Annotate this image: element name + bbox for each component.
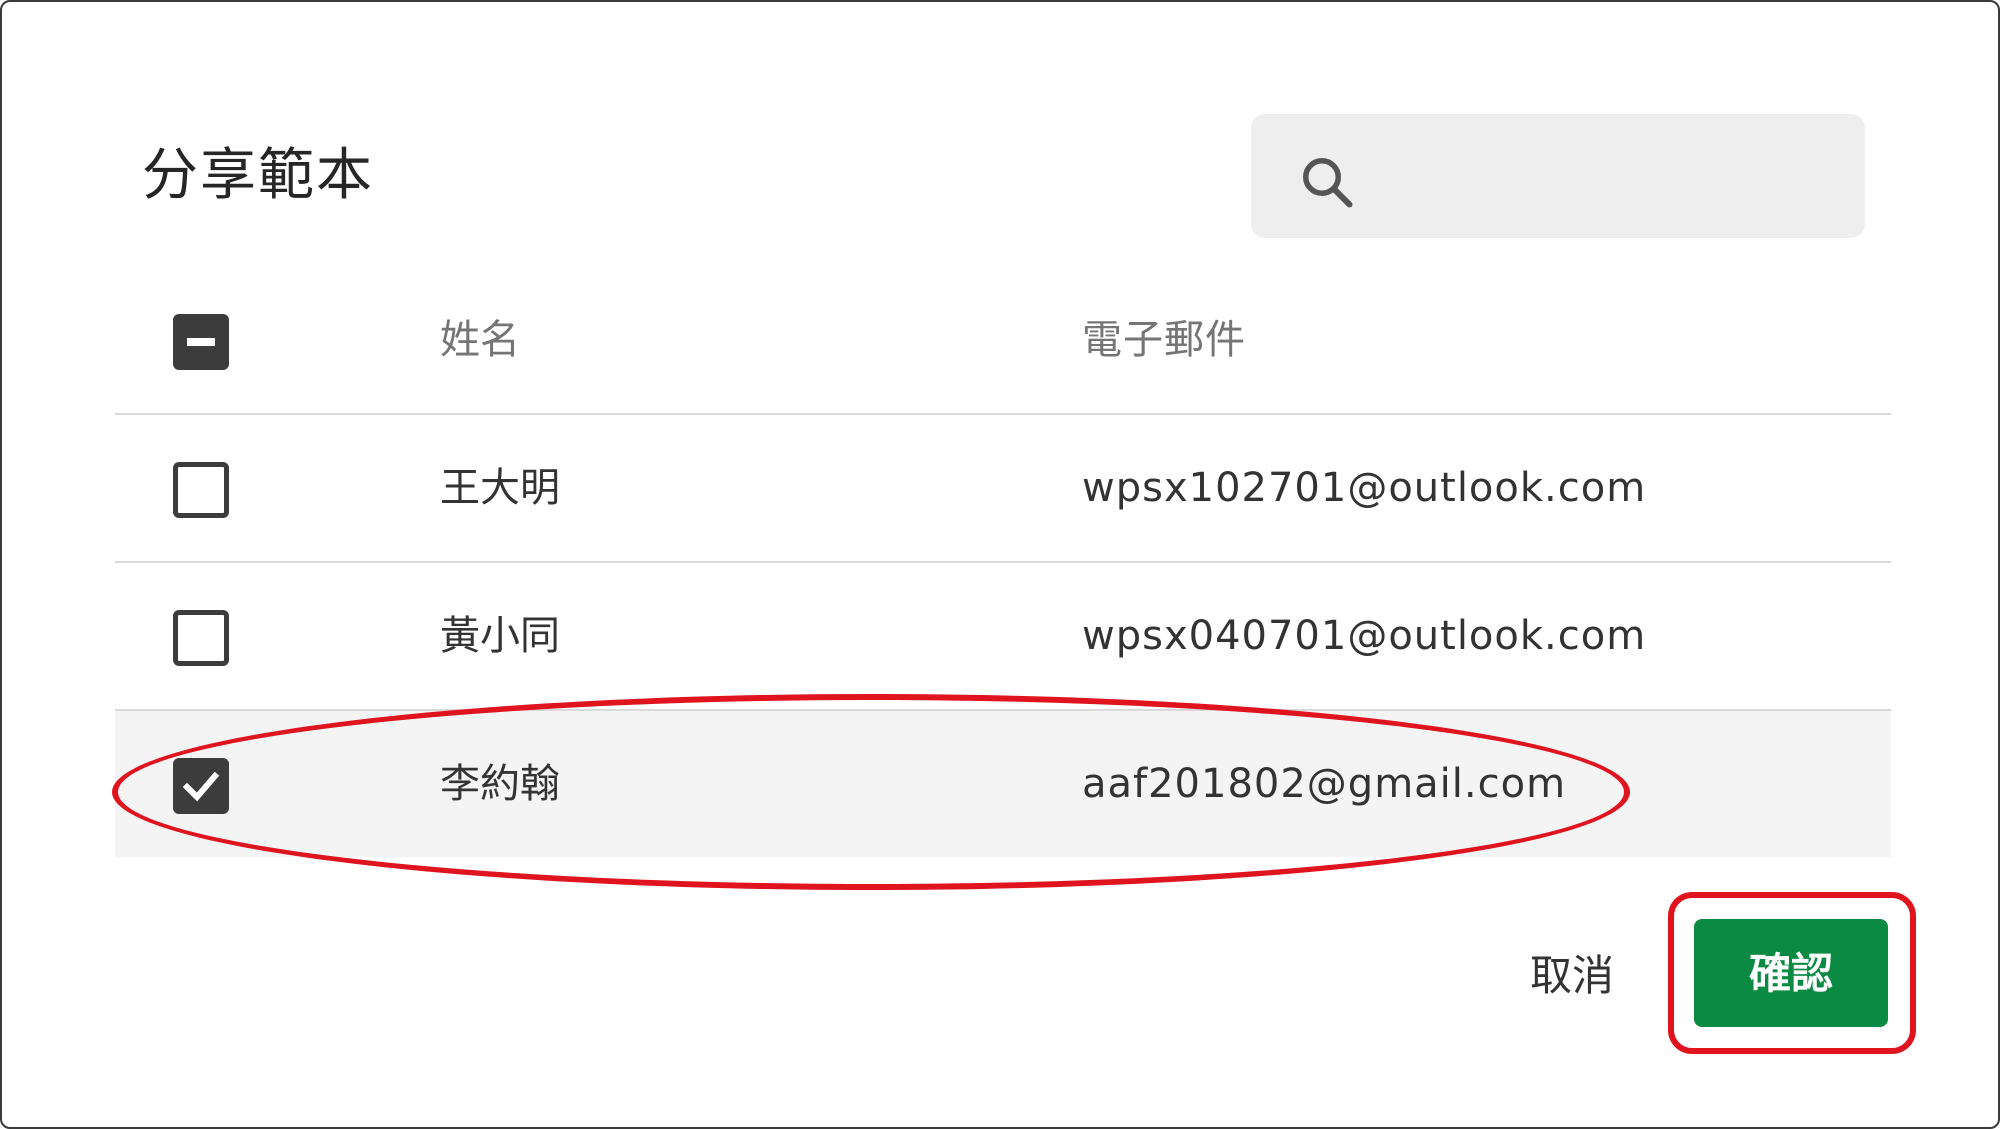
row-checkbox[interactable] [173, 610, 229, 666]
share-template-dialog: 分享範本 姓名 電子郵件 王大明 wpsx102701@outlook.com … [0, 0, 2000, 1129]
row-email: wpsx102701@outlook.com [1082, 465, 1647, 511]
row-name: 王大明 [440, 465, 560, 511]
row-checkbox[interactable] [173, 758, 229, 814]
search-box[interactable] [1251, 114, 1865, 240]
checkmark-icon [182, 771, 220, 802]
table-row[interactable]: 王大明 wpsx102701@outlook.com [115, 415, 1891, 563]
row-email: wpsx040701@outlook.com [1082, 613, 1647, 659]
column-header-email: 電子郵件 [1082, 317, 1246, 363]
select-all-checkbox-box [173, 314, 229, 370]
column-header-name: 姓名 [440, 317, 520, 363]
dialog-title: 分享範本 [142, 143, 374, 208]
row-email: aaf201802@gmail.com [1082, 761, 1567, 807]
table-row-selected[interactable]: 李約翰 aaf201802@gmail.com [115, 711, 1891, 857]
row-name: 李約翰 [440, 761, 560, 807]
row-checkbox[interactable] [173, 462, 229, 518]
row-name: 黃小同 [440, 613, 560, 659]
search-icon [1303, 158, 1353, 208]
cancel-button[interactable]: 取消 [1502, 940, 1642, 1010]
user-table: 姓名 電子郵件 王大明 wpsx102701@outlook.com 黃小同 w… [115, 267, 1891, 857]
search-input[interactable] [1371, 114, 1845, 240]
table-header-row: 姓名 電子郵件 [115, 267, 1891, 415]
minus-icon [187, 338, 215, 346]
row-checkbox-box-checked [173, 758, 229, 814]
row-checkbox-box [173, 462, 229, 518]
confirm-button[interactable]: 確認 [1694, 919, 1888, 1027]
select-all-checkbox[interactable] [173, 314, 229, 370]
row-checkbox-box [173, 610, 229, 666]
table-row[interactable]: 黃小同 wpsx040701@outlook.com [115, 563, 1891, 711]
